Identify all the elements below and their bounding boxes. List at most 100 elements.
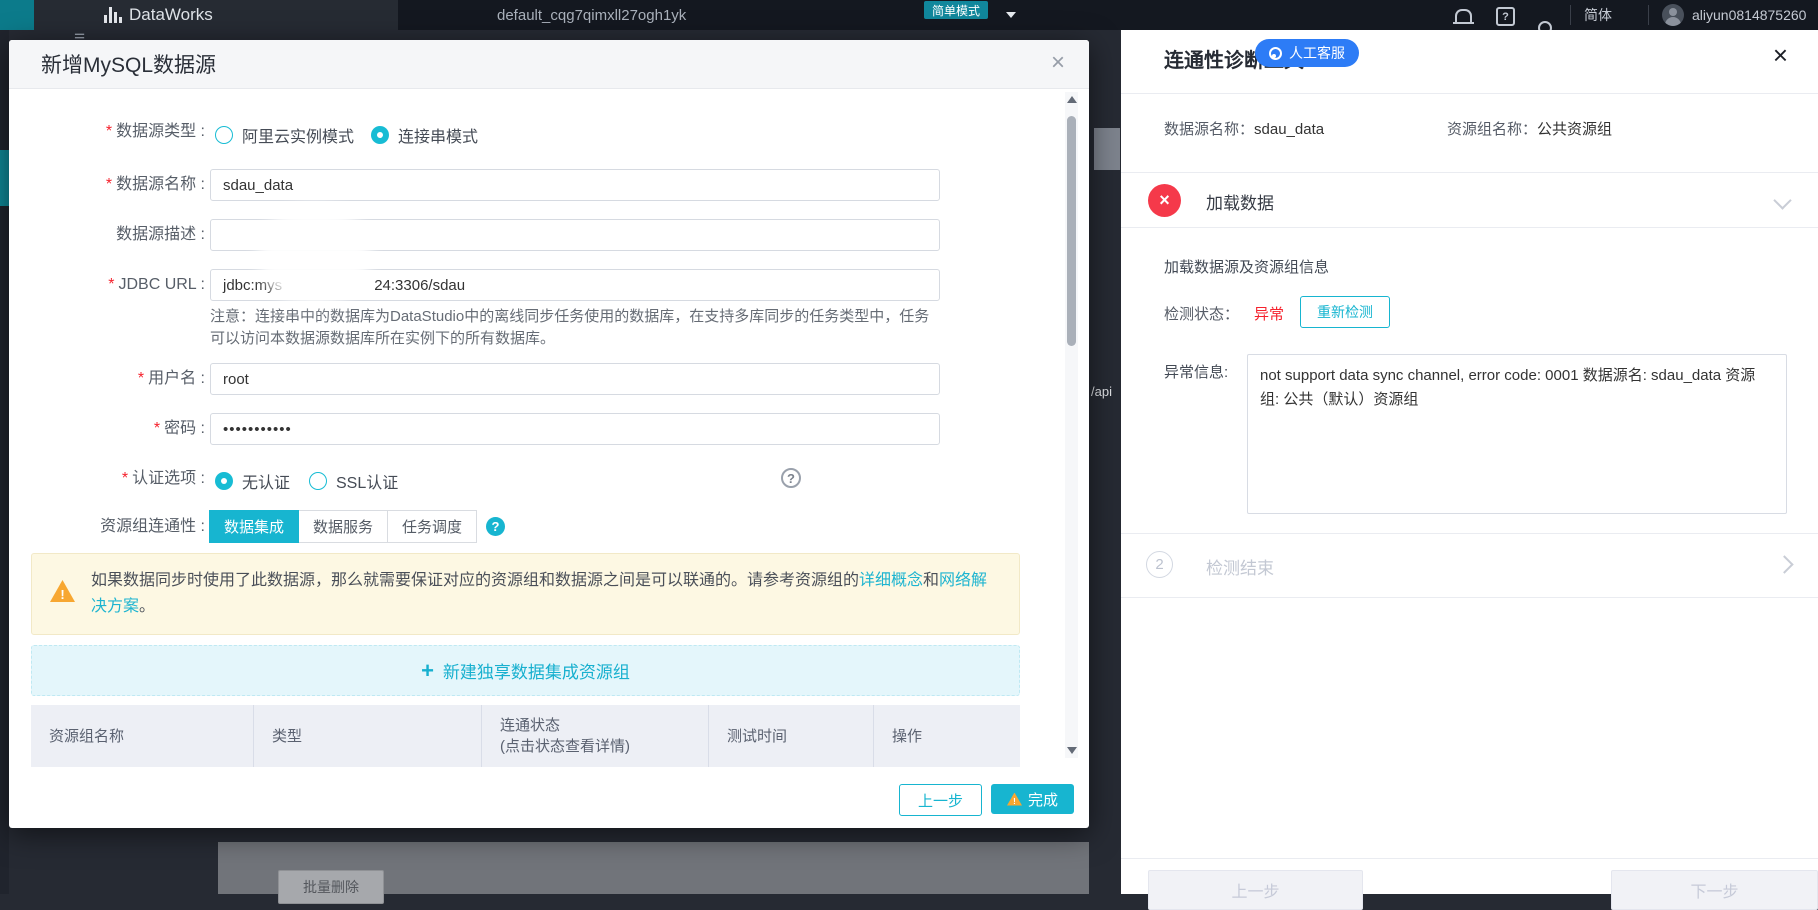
project-caret-down-icon[interactable]	[1006, 12, 1016, 18]
project-selector[interactable]: default_cqg7qimxll27ogh1yk	[497, 0, 686, 30]
scroll-up-icon[interactable]	[1067, 96, 1077, 103]
warning-part3: 。	[139, 598, 156, 615]
navbar-divider	[1648, 5, 1649, 25]
password-label: * 密码 :	[153, 420, 205, 437]
datasource-desc-label: 数据源描述 :	[116, 226, 205, 243]
help-icon[interactable]: ?	[1496, 7, 1515, 26]
panel-next-button-disabled[interactable]: 下一步	[1611, 870, 1818, 910]
modal-header: 新增MySQL数据源 ×	[9, 40, 1089, 89]
add-mysql-datasource-modal: 新增MySQL数据源 × * 数据源类型 : 阿里云实例模式 连接串模式 * 数据源…	[9, 40, 1089, 828]
rg-info-value: 公共资源组	[1537, 121, 1613, 138]
radio-ssl-auth[interactable]: SSL认证	[309, 469, 398, 493]
datasource-info-value: sdau_data	[1254, 121, 1325, 138]
privacy-blur-mask	[258, 205, 371, 304]
th-rg-name: 资源组名称	[49, 727, 125, 745]
radio-label: 无认证	[242, 475, 291, 492]
radio-connection-string-mode[interactable]: 连接串模式	[371, 123, 478, 147]
panel-prev-button-disabled[interactable]: 上一步	[1148, 870, 1363, 910]
dataworks-logo[interactable]: DataWorks	[104, 0, 213, 30]
radio-icon[interactable]	[309, 472, 327, 490]
th-actions: 操作	[873, 705, 1020, 767]
help-badge-icon[interactable]: ?	[486, 517, 505, 536]
datasource-type-label: * 数据源类型 :	[105, 123, 205, 140]
radio-no-auth[interactable]: 无认证	[215, 469, 290, 493]
radio-aliyun-instance-mode[interactable]: 阿里云实例模式	[215, 123, 354, 147]
tab-task-scheduling[interactable]: 任务调度	[387, 510, 478, 543]
resource-group-info: 资源组名称：公共资源组	[1447, 118, 1612, 139]
step1-bottom-divider	[1121, 227, 1818, 228]
datasource-name-input[interactable]: sdau_data	[210, 169, 940, 201]
required-mark: *	[121, 470, 129, 487]
status-label: 检测状态：	[1164, 306, 1240, 323]
required-mark: *	[137, 370, 145, 387]
link-detail-concept[interactable]: 详细概念	[859, 572, 923, 589]
finish-warning-icon: !	[1006, 792, 1022, 806]
left-sidebar-active-indicator	[0, 150, 9, 206]
rg-info-label: 资源组名称：	[1447, 121, 1538, 138]
step1-collapse-chevron-down-icon[interactable]	[1773, 191, 1792, 210]
mode-badge: 简单模式	[924, 1, 989, 19]
finish-label: 完成	[1027, 791, 1058, 809]
error-info-label: 异常信息:	[1164, 364, 1229, 381]
headset-icon	[1269, 46, 1282, 60]
username-input[interactable]: root	[210, 363, 940, 395]
help-circle-icon[interactable]: ?	[781, 468, 801, 488]
resource-group-table-header: 资源组名称 类型 连通状态 (点击状态查看详情) 测试时间 操作	[31, 705, 1020, 767]
step1-title: 加载数据	[1206, 194, 1274, 213]
step2-chevron-right-icon[interactable]	[1775, 555, 1794, 574]
user-account-name[interactable]: aliyun0814875260	[1692, 0, 1806, 30]
navbar-left-section	[34, 0, 398, 30]
password-input[interactable]: •••••••••••	[210, 413, 940, 445]
notifications-bell-icon[interactable]	[1453, 9, 1474, 24]
datasource-name-label: * 数据源名称 :	[105, 176, 205, 193]
modal-finish-button[interactable]: ! 完成	[991, 784, 1074, 814]
panel-close-icon[interactable]: ×	[1773, 40, 1788, 71]
step2-top-divider	[1121, 533, 1818, 534]
human-support-button[interactable]: 人工客服	[1255, 39, 1359, 67]
support-label: 人工客服	[1289, 45, 1345, 61]
modal-title: 新增MySQL数据源	[41, 54, 217, 77]
connectivity-diagnosis-panel: 连通性诊断工具 人工客服 × 数据源名称：sdau_data 资源组名称：公共资…	[1121, 30, 1818, 910]
warning-part2: 和	[923, 572, 940, 589]
step2-title: 检测结束	[1206, 559, 1274, 578]
tab-data-service[interactable]: 数据服务	[298, 510, 389, 543]
th-test-time: 测试时间	[708, 705, 873, 767]
rg-connectivity-label: 资源组连通性 :	[100, 518, 205, 535]
radio-label: 阿里云实例模式	[242, 129, 355, 146]
radio-label: SSL认证	[336, 475, 399, 492]
user-avatar[interactable]	[1662, 4, 1684, 26]
radio-icon-selected[interactable]	[371, 126, 389, 144]
create-exclusive-rg-button[interactable]: + 新建独享数据集成资源组	[31, 645, 1020, 696]
top-navbar: DataWorks default_cqg7qimxll27ogh1yk 简单模…	[0, 0, 1818, 35]
batch-delete-button[interactable]: 批量删除	[278, 870, 384, 904]
nav-menu-square[interactable]	[0, 0, 34, 30]
modal-scrollbar[interactable]	[1065, 92, 1078, 758]
scrollbar-thumb[interactable]	[1067, 116, 1076, 346]
panel-divider	[1121, 93, 1818, 94]
datasource-info: 数据源名称：sdau_data	[1164, 118, 1324, 139]
username-label: * 用户名 :	[137, 370, 205, 387]
step2-bottom-divider	[1121, 597, 1818, 598]
radio-icon-selected[interactable]	[215, 472, 233, 490]
error-info-box: not support data sync channel, error cod…	[1247, 354, 1787, 514]
step1-top-divider	[1121, 172, 1818, 173]
status-value-error[interactable]: 异常	[1254, 303, 1284, 324]
create-rg-label: 新建独享数据集成资源组	[442, 663, 630, 682]
required-mark: *	[105, 123, 113, 140]
scroll-down-icon[interactable]	[1067, 747, 1077, 754]
product-name: DataWorks	[129, 5, 213, 24]
jdbc-url-note: 注意：连接串中的数据库为DataStudio中的离线同步任务使用的数据库，在支持…	[210, 306, 970, 350]
modal-close-icon[interactable]: ×	[1051, 49, 1065, 77]
language-switch[interactable]: 简体	[1584, 0, 1612, 30]
retry-detect-button[interactable]: 重新检测	[1300, 296, 1390, 328]
modal-prev-step-button[interactable]: 上一步	[899, 784, 982, 816]
dataworks-logo-icon	[104, 7, 122, 23]
radio-icon[interactable]	[215, 126, 233, 144]
required-mark: *	[108, 276, 115, 293]
background-page-fragment	[1094, 128, 1120, 170]
warning-text: 如果数据同步时使用了此数据源，那么就需要保证对应的资源组和数据源之间是可以联通的…	[91, 568, 1001, 620]
tab-data-integration[interactable]: 数据集成	[209, 510, 300, 543]
th-type: 类型	[253, 705, 481, 767]
jdbc-url-suffix: 24:3306/sdau	[374, 276, 466, 294]
auth-option-label: * 认证选项 :	[121, 470, 205, 487]
